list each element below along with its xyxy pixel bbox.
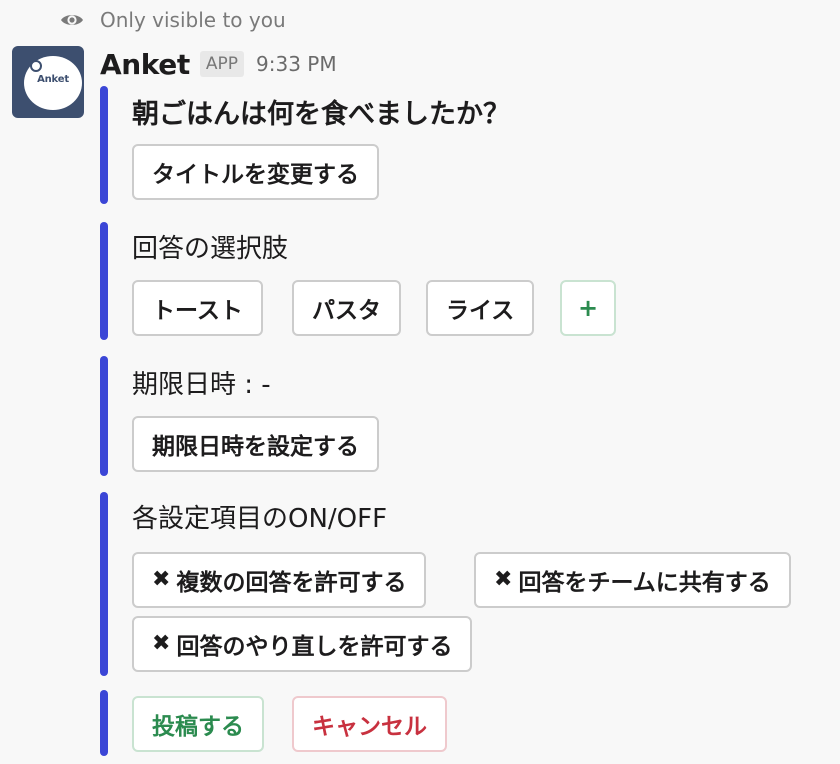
toggle-multiple-answers-button[interactable]: ✖ 複数の回答を許可する [132, 552, 427, 608]
add-choice-button[interactable]: + [560, 280, 616, 336]
ephemeral-text: Only visible to you [100, 8, 286, 32]
avatar[interactable]: Anket [12, 46, 84, 118]
accent-bar [100, 356, 108, 476]
message-header: Anket APP 9:33 PM [100, 44, 337, 84]
choice-button-toast[interactable]: トースト [132, 280, 263, 336]
timestamp[interactable]: 9:33 PM [256, 52, 337, 76]
sender-name[interactable]: Anket [100, 48, 190, 81]
poll-title-body: 朝ごはんは何を食べましたか？ タイトルを変更する [132, 86, 840, 204]
note-icon [30, 60, 42, 72]
settings-label: 各設定項目のON/OFF [132, 504, 388, 534]
toggle-label: 複数の回答を許可する [176, 570, 407, 596]
ephemeral-notice: Only visible to you [60, 6, 286, 34]
choices-label: 回答の選択肢 [132, 234, 289, 264]
choices-body: 回答の選択肢 トースト パスタ ライス + [132, 222, 840, 340]
settings-body: 各設定項目のON/OFF ✖ 複数の回答を許可する ✖ 回答をチームに共有する … [132, 492, 840, 676]
choice-button-rice[interactable]: ライス [426, 280, 535, 336]
rename-title-button[interactable]: タイトルを変更する [132, 144, 379, 200]
cancel-button[interactable]: キャンセル [292, 696, 447, 752]
x-icon: ✖ [152, 631, 171, 656]
deadline-body: 期限日時 : - 期限日時を設定する [132, 356, 840, 476]
deadline-block: 期限日時 : - 期限日時を設定する [100, 356, 840, 476]
app-badge: APP [199, 51, 244, 77]
accent-bar [100, 222, 108, 340]
avatar-bubble: Anket [24, 56, 82, 110]
accent-bar [100, 86, 108, 204]
eye-icon [60, 11, 84, 29]
actions-body: 投稿する キャンセル [132, 690, 840, 756]
x-icon: ✖ [494, 567, 513, 592]
x-icon: ✖ [152, 567, 171, 592]
toggle-redo-answer-button[interactable]: ✖ 回答のやり直しを許可する [132, 616, 473, 672]
toggle-share-answers-button[interactable]: ✖ 回答をチームに共有する [474, 552, 791, 608]
settings-block: 各設定項目のON/OFF ✖ 複数の回答を許可する ✖ 回答をチームに共有する … [100, 492, 840, 676]
avatar-text: Anket [37, 74, 69, 85]
submit-button[interactable]: 投稿する [132, 696, 264, 752]
accent-bar [100, 690, 108, 756]
toggle-label: 回答をチームに共有する [518, 570, 771, 596]
choices-block: 回答の選択肢 トースト パスタ ライス + [100, 222, 840, 340]
toggle-label: 回答のやり直しを許可する [176, 634, 453, 660]
deadline-label: 期限日時 : - [132, 370, 271, 400]
choice-button-pasta[interactable]: パスタ [292, 280, 401, 336]
poll-title-block: 朝ごはんは何を食べましたか？ タイトルを変更する [100, 86, 840, 204]
poll-question: 朝ごはんは何を食べましたか？ [132, 99, 510, 130]
accent-bar [100, 492, 108, 676]
actions-block: 投稿する キャンセル [100, 690, 840, 756]
set-deadline-button[interactable]: 期限日時を設定する [132, 416, 379, 472]
